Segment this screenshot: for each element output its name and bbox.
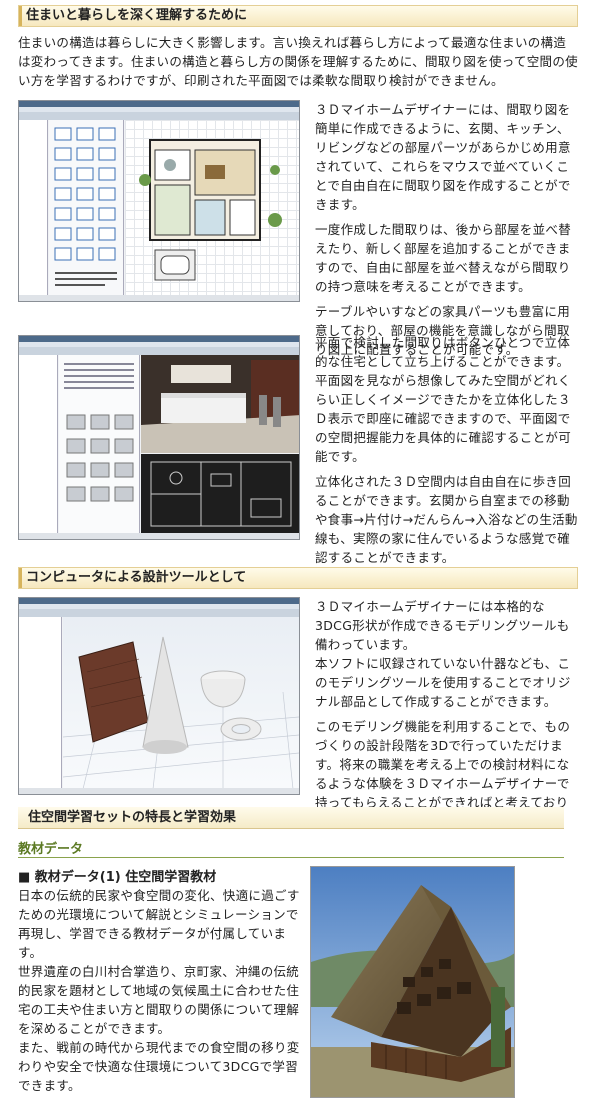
section1-paragraphs-b: 平面で検討した間取りはボタンひとつで立体的な住宅として立ち上げることができます。…: [315, 335, 578, 565]
section3-paragraphs: 日本の伝統的民家や食空間の変化、快適に過ごすための光環境について解説とシミュレー…: [18, 888, 300, 1093]
section2-paragraphs: ３Ｄマイホームデザイナーには本格的な3DCG形状が作成できるモデリングツールも備…: [315, 599, 571, 829]
gassho-house-image: [310, 866, 515, 1098]
teaching-data-subheading: 教材データ: [18, 842, 84, 857]
furniture-palette: [59, 355, 140, 533]
section-heading-understanding: 住まいと暮らしを深く理解するために: [18, 5, 578, 27]
3d-interior-view: [141, 355, 299, 453]
modeling-tool-screenshot: [18, 597, 300, 795]
floor-plan-canvas: [125, 120, 299, 295]
subheading-divider: [18, 857, 564, 858]
section1-intro: 住まいの構造は暮らしに大きく影響します。言い換えれば暮らし方によって最適な住まい…: [18, 35, 578, 88]
room-parts-palette: [49, 120, 124, 295]
3d-plan-view: [141, 454, 299, 533]
modeling-canvas: [63, 617, 299, 788]
floor-plan-screenshot: [18, 100, 300, 302]
section-heading-design-tool: コンピュータによる設計ツールとして: [18, 567, 578, 589]
section-heading-learning-set: 住空間学習セットの特長と学習効果: [18, 807, 564, 829]
teaching-data-item-title: ■ 教材データ(1) 住空間学習教材: [18, 870, 217, 885]
walkthrough-3d-screenshot: [18, 335, 300, 540]
section1-paragraphs-a: ３Ｄマイホームデザイナーには、間取り図を簡単に作成できるように、玄関、キッチン、…: [315, 102, 572, 357]
